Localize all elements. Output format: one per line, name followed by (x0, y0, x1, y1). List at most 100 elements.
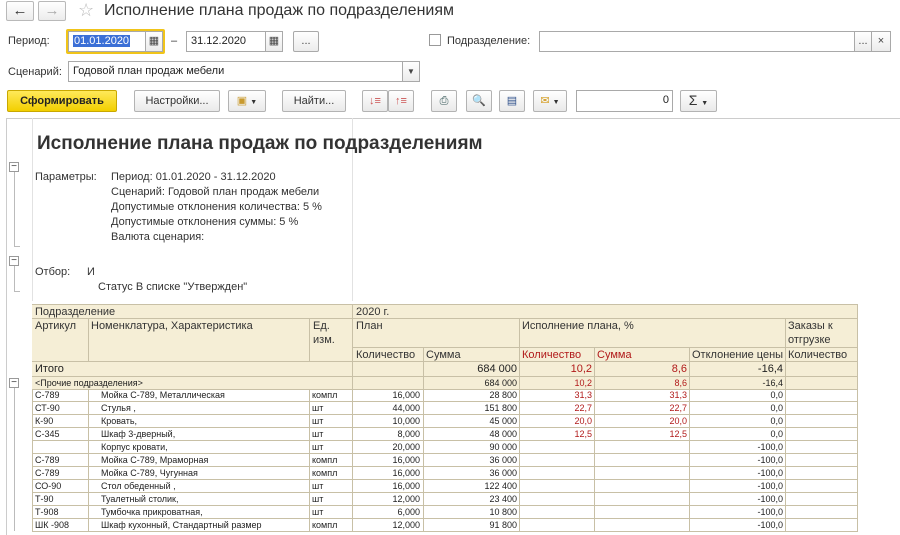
cell-esum: 12,5 (669, 429, 687, 439)
forward-button[interactable]: → (38, 1, 66, 21)
param-sum-deviation: Допустимые отклонения суммы: 5 % (111, 216, 299, 228)
cell-qty: 16,000 (392, 468, 420, 478)
sigma-icon: Σ (688, 92, 698, 108)
table-row[interactable]: К-90 Кровать, шт 10,000 45 000 20,0 20,0 0,0 (0, 415, 900, 428)
cell-unit: компл (312, 520, 338, 530)
sort-ascending-icon: ↓≡ (369, 95, 381, 107)
table-row[interactable]: Т-908 Тумбочка прикроватная, шт 6,000 10 800… (0, 506, 900, 519)
sort-asc-button[interactable]: ↓≡ (362, 90, 388, 112)
sum-function-button[interactable]: Σ ▼ (680, 90, 717, 112)
folder-icon: ▣ (236, 95, 248, 107)
header-execution: Исполнение плана, % (522, 320, 634, 332)
cell-name: Мойка С-789, Чугунная (101, 468, 198, 478)
cell-unit: шт (312, 403, 324, 413)
cell-dev: -100,0 (757, 494, 783, 504)
date-from-calendar-button[interactable]: ▦ (145, 31, 163, 52)
date-from-field[interactable]: 01.01.2020 (68, 31, 146, 52)
table-row[interactable]: С-789 Мойка С-789, Металлическая компл 16,0… (0, 389, 900, 402)
date-separator: – (171, 35, 178, 47)
cell-unit: шт (312, 481, 324, 491)
param-qty-deviation: Допустимые отклонения количества: 5 % (111, 201, 322, 213)
collapse-filter-button[interactable]: − (9, 256, 19, 266)
total-row: Итого 684 000 10,2 8,6 -16,4 (35, 363, 783, 375)
scenario-dropdown-button[interactable]: ▼ (402, 61, 420, 82)
cell-dev: 0,0 (770, 403, 783, 413)
header-nomenclature: Номенклатура, Характеристика (91, 320, 253, 332)
param-currency: Валюта сценария: (111, 231, 205, 243)
table-row[interactable]: ШК -908 Шкаф кухонный, Стандартный размер… (0, 519, 900, 532)
chevron-down-icon: ▼ (407, 67, 415, 76)
cell-qty: 12,000 (392, 494, 420, 504)
cell-art: ШК -908 (35, 520, 70, 530)
cell-qty: 6,000 (397, 507, 420, 517)
cell-unit: шт (312, 507, 324, 517)
table-body: С-789 Мойка С-789, Металлическая компл 16,0… (0, 389, 900, 535)
cell-name: Шкаф кухонный, Стандартный размер (101, 520, 262, 530)
cell-eqty: 31,3 (574, 390, 592, 400)
back-button[interactable]: ← (6, 1, 34, 21)
variants-button[interactable]: ▣ ▼ (228, 90, 266, 112)
save-button[interactable]: ▤ (499, 90, 525, 112)
cell-qty: 16,000 (392, 455, 420, 465)
table-row[interactable]: Корпус кровати, шт 20,000 90 000 -100,0 (0, 441, 900, 454)
collapse-params-button[interactable]: − (9, 162, 19, 172)
cell-sum: 151 800 (484, 403, 517, 413)
printer-icon: ⎙ (439, 95, 449, 107)
date-to-calendar-button[interactable]: ▦ (265, 31, 283, 52)
table-row[interactable]: СО-90 Стол обеденный , шт 16,000 122 400 -100… (0, 480, 900, 493)
period-label: Период: (8, 35, 50, 47)
dept-select-button[interactable]: ... (854, 31, 872, 52)
cell-sum: 23 400 (489, 494, 517, 504)
table-row[interactable]: С-345 Шкаф 3-дверный, шт 8,000 48 000 12,5 12,… (0, 428, 900, 441)
cell-esum: 20,0 (669, 416, 687, 426)
cell-sum: 28 800 (489, 390, 517, 400)
find-button[interactable]: Найти... (282, 90, 346, 112)
cell-eqty: 12,5 (574, 429, 592, 439)
header-orders-qty: Количество (788, 349, 848, 361)
param-period: Период: 01.01.2020 - 31.12.2020 (111, 171, 276, 183)
table-row[interactable]: С-789 Мойка С-789, Чугунная компл 16,000 36 … (0, 467, 900, 480)
date-to-field[interactable]: 31.12.2020 (186, 31, 266, 52)
settings-button[interactable]: Настройки... (134, 90, 220, 112)
cell-dev: -100,0 (757, 520, 783, 530)
filter-operator: И (87, 266, 95, 278)
cell-sum: 36 000 (489, 455, 517, 465)
cell-unit: шт (312, 494, 324, 504)
period-select-button[interactable]: ... (293, 31, 319, 52)
sort-desc-button[interactable]: ↑≡ (388, 90, 414, 112)
cell-sum: 122 400 (484, 481, 517, 491)
preview-button[interactable]: 🔍 (466, 90, 492, 112)
cell-art: СТ-90 (35, 403, 60, 413)
cell-dev: 0,0 (770, 416, 783, 426)
table-row[interactable]: Т-90 Туалетный столик, шт 12,000 23 400 -100,… (0, 493, 900, 506)
params-label: Параметры: (35, 171, 97, 183)
header-plan-sum: Сумма (426, 349, 461, 361)
dept-checkbox[interactable] (429, 34, 441, 46)
sum-value-field[interactable]: 0 (576, 90, 673, 112)
cell-sum: 36 000 (489, 468, 517, 478)
dept-field[interactable] (539, 31, 855, 52)
cell-dev: -100,0 (757, 468, 783, 478)
table-row[interactable]: С-789 Мойка С-789, Мраморная компл 16,000 36… (0, 454, 900, 467)
cell-unit: шт (312, 416, 324, 426)
header-plan: План (356, 320, 383, 332)
cell-art: К-90 (35, 416, 54, 426)
cell-art: С-345 (35, 429, 60, 439)
dept-clear-button[interactable]: × (871, 31, 891, 52)
cell-name: Мойка С-789, Металлическая (101, 390, 225, 400)
header-plan-qty: Количество (356, 349, 416, 361)
generate-button[interactable]: Сформировать (7, 90, 117, 112)
cell-dev: 0,0 (770, 429, 783, 439)
cell-unit: шт (312, 442, 324, 452)
cell-eqty: 20,0 (574, 416, 592, 426)
favorite-star-icon[interactable]: ☆ (78, 0, 94, 21)
email-button[interactable]: ✉ ▼ (533, 90, 567, 112)
cell-unit: компл (312, 455, 338, 465)
cell-art: С-789 (35, 468, 60, 478)
preview-icon: 🔍 (472, 95, 486, 107)
table-row[interactable]: СТ-90 Стулья , шт 44,000 151 800 22,7 22,7 0,0 (0, 402, 900, 415)
print-button[interactable]: ⎙ (431, 90, 457, 112)
scenario-field[interactable]: Годовой план продаж мебели (68, 61, 404, 82)
group-row: <Прочие подразделения> 684 000 10,2 8,6 … (35, 378, 783, 388)
arrow-left-icon: ← (12, 2, 28, 19)
